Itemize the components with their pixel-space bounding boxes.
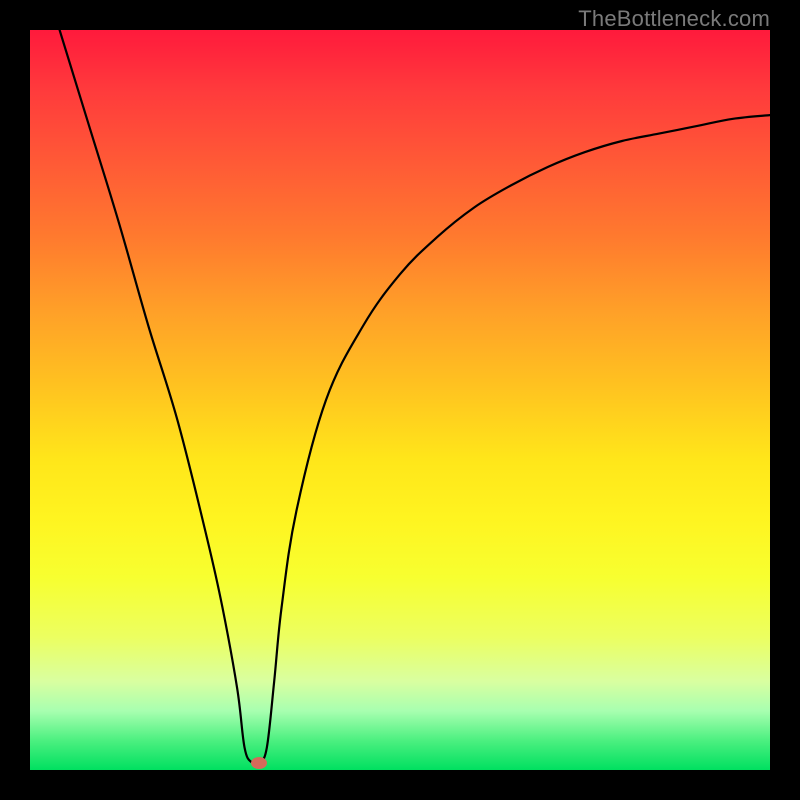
bottleneck-curve [30,30,770,770]
chart-frame: TheBottleneck.com [0,0,800,800]
curve-minimum-marker [251,757,267,769]
attribution-text: TheBottleneck.com [578,6,770,32]
plot-area [30,30,770,770]
